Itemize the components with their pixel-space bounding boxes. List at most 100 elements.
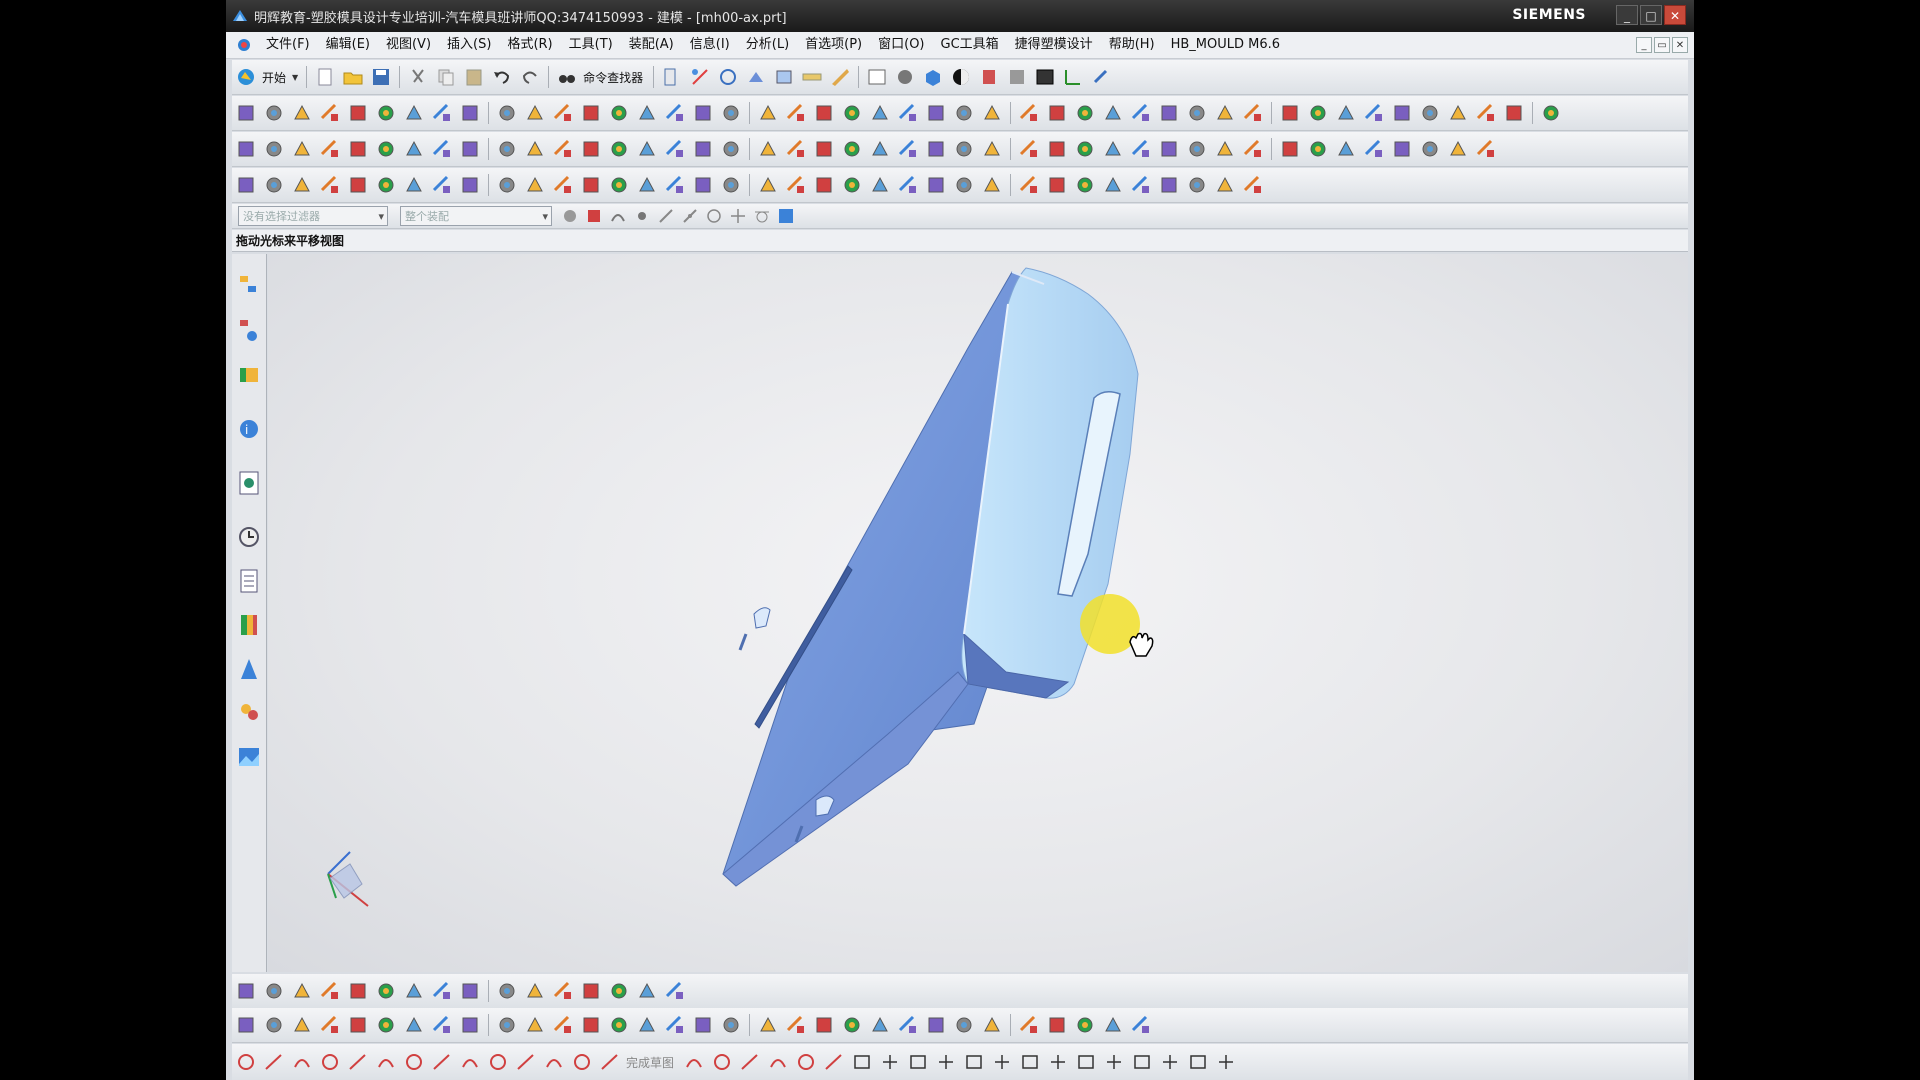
hole-icon[interactable]	[925, 102, 947, 124]
manufacturing-wizards-icon[interactable]	[236, 654, 262, 684]
block-icon[interactable]	[1102, 102, 1124, 124]
part-tab-top[interactable]	[753, 607, 771, 629]
pocket-icon[interactable]	[692, 102, 714, 124]
thicken-icon[interactable]	[757, 174, 779, 196]
slider-icon[interactable]	[757, 138, 779, 160]
add-component-icon[interactable]	[235, 980, 257, 1002]
core-icon[interactable]	[580, 138, 602, 160]
part-navigator-side-icon[interactable]	[236, 360, 262, 390]
dimension-icon[interactable]	[925, 1014, 947, 1036]
paste-icon[interactable]	[463, 66, 485, 88]
block-icon[interactable]	[1391, 102, 1413, 124]
slot-icon[interactable]	[1046, 102, 1068, 124]
snap-tangent-icon[interactable]	[753, 207, 771, 225]
block-icon[interactable]	[524, 102, 546, 124]
web-browser-icon[interactable]	[236, 468, 262, 498]
finish-sketch-button[interactable]: 完成草图	[626, 1054, 674, 1071]
parting-icon[interactable]	[552, 138, 574, 160]
fillet-icon[interactable]	[739, 1051, 761, 1073]
groove-icon[interactable]	[1074, 102, 1096, 124]
core-icon[interactable]	[869, 138, 891, 160]
chamfer-icon[interactable]	[767, 1051, 789, 1073]
slot-icon[interactable]	[1335, 102, 1357, 124]
render-style-icon[interactable]	[894, 66, 916, 88]
surface-icon[interactable]	[235, 174, 257, 196]
hole-icon[interactable]	[347, 102, 369, 124]
parting-icon[interactable]	[1419, 138, 1441, 160]
line-icon[interactable]	[1131, 1051, 1153, 1073]
pad-icon[interactable]	[431, 102, 453, 124]
menu-tools[interactable]: 工具(T)	[561, 32, 621, 58]
through-curves-icon[interactable]	[580, 174, 602, 196]
parting-icon[interactable]	[841, 138, 863, 160]
cavity-icon[interactable]	[608, 138, 630, 160]
note-icon[interactable]	[953, 1014, 975, 1036]
gate-icon[interactable]	[1214, 138, 1236, 160]
parting-icon[interactable]	[1130, 138, 1152, 160]
wcs-icon[interactable]	[1062, 66, 1084, 88]
process-studio-icon[interactable]	[236, 610, 262, 640]
roles-icon[interactable]	[236, 698, 262, 728]
groove-icon[interactable]	[1363, 102, 1385, 124]
point-icon[interactable]	[487, 1051, 509, 1073]
datum-feature-icon[interactable]	[552, 1014, 574, 1036]
sphere-icon[interactable]	[897, 102, 919, 124]
dimension-icon[interactable]	[235, 1014, 257, 1036]
offset-surface-icon[interactable]	[636, 174, 658, 196]
bounded-plane-icon[interactable]	[897, 174, 919, 196]
view-icon[interactable]	[841, 1014, 863, 1036]
cylinder-icon[interactable]	[552, 102, 574, 124]
move-object-icon[interactable]	[1090, 66, 1112, 88]
table-icon[interactable]	[981, 1014, 1003, 1036]
mold-wizard-icon[interactable]	[235, 138, 257, 160]
extend-icon[interactable]	[431, 174, 453, 196]
swept-icon[interactable]	[552, 174, 574, 196]
redo-icon[interactable]	[519, 66, 541, 88]
sphere-icon[interactable]	[608, 102, 630, 124]
parting-icon[interactable]	[263, 138, 285, 160]
explode-icon[interactable]	[636, 980, 658, 1002]
menu-file[interactable]: 文件(F)	[258, 32, 318, 58]
reposition-icon[interactable]	[524, 980, 546, 1002]
fcf-icon[interactable]	[813, 1014, 835, 1036]
system-scenes-icon[interactable]	[236, 742, 262, 772]
runner-icon[interactable]	[375, 138, 397, 160]
shaded-icon[interactable]	[950, 66, 972, 88]
system-materials-icon[interactable]	[236, 566, 262, 596]
history-icon[interactable]	[236, 522, 262, 552]
menu-hb-mould[interactable]: HB_MOULD M6.6	[1163, 32, 1288, 58]
ruler-icon[interactable]	[829, 66, 851, 88]
graphics-window[interactable]	[268, 254, 1688, 972]
cylinder-icon[interactable]	[263, 102, 285, 124]
pocket-icon[interactable]	[1279, 102, 1301, 124]
nx-menu-icon[interactable]	[236, 37, 252, 53]
core-icon[interactable]	[1447, 138, 1469, 160]
cooling-icon[interactable]	[403, 138, 425, 160]
lifter-icon[interactable]	[1074, 138, 1096, 160]
menu-analysis[interactable]: 分析(L)	[738, 32, 797, 58]
arc-icon[interactable]	[683, 1051, 705, 1073]
save-icon[interactable]	[370, 66, 392, 88]
hole-icon[interactable]	[1503, 102, 1525, 124]
offset-surface-icon[interactable]	[347, 174, 369, 196]
patch-icon[interactable]	[1074, 174, 1096, 196]
section-view-icon[interactable]	[1102, 1014, 1124, 1036]
ejector-icon[interactable]	[1307, 138, 1329, 160]
polygon-icon[interactable]	[431, 1051, 453, 1073]
extend-icon[interactable]	[720, 174, 742, 196]
open-icon[interactable]	[342, 66, 364, 88]
circle-icon[interactable]	[319, 1051, 341, 1073]
ejector-icon[interactable]	[720, 138, 742, 160]
mold-wizard-icon[interactable]	[813, 138, 835, 160]
datum-feature-icon[interactable]	[319, 1014, 341, 1036]
sew-icon[interactable]	[403, 174, 425, 196]
view-icon[interactable]	[608, 1014, 630, 1036]
dimension-icon[interactable]	[692, 1014, 714, 1036]
fcf-icon[interactable]	[580, 1014, 602, 1036]
swept-icon[interactable]	[1130, 174, 1152, 196]
spline-icon[interactable]	[991, 1051, 1013, 1073]
cooling-icon[interactable]	[692, 138, 714, 160]
fillet-icon[interactable]	[347, 1051, 369, 1073]
close-button[interactable]: ✕	[1664, 5, 1686, 25]
binoculars-icon[interactable]	[556, 66, 578, 88]
